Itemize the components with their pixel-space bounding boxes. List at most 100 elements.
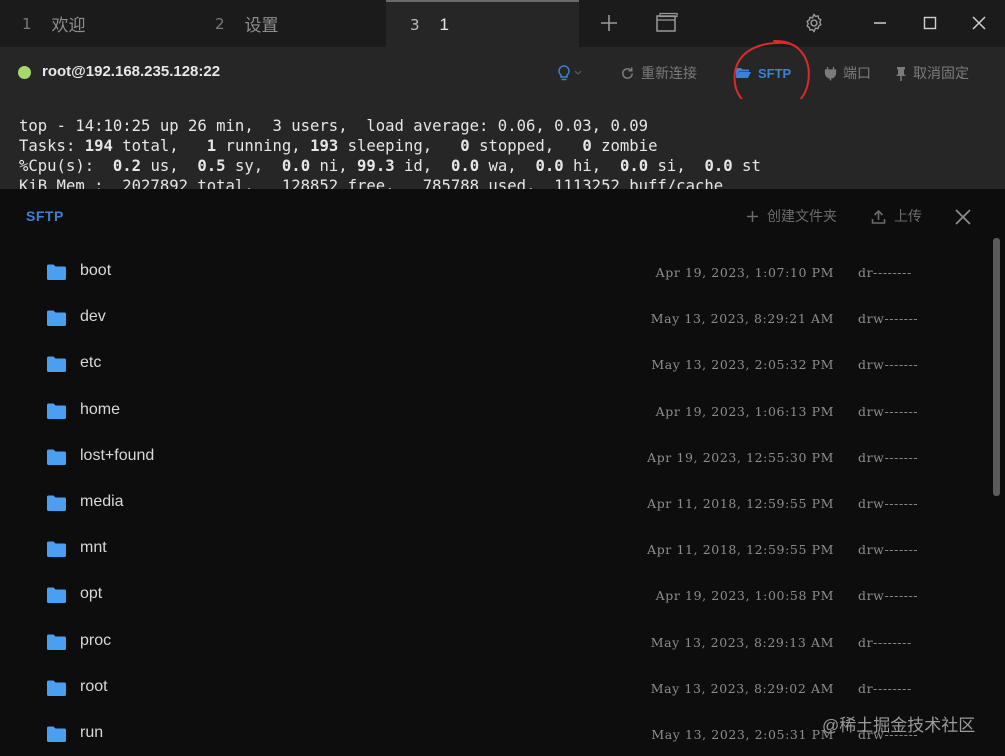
- tab-settings[interactable]: 2 设置: [193, 0, 386, 47]
- tab-number: 1: [22, 14, 32, 33]
- terminal-line: top - 14:10:25 up 26 min, 3 users, load …: [19, 117, 649, 135]
- file-permissions: drw-------: [858, 449, 919, 465]
- file-list: boot Apr 19, 2023, 1:07:10 PM dr-------- de…: [0, 249, 990, 756]
- sftp-button[interactable]: SFTP: [735, 62, 791, 84]
- tab-session-1[interactable]: 3 1: [386, 0, 579, 47]
- create-folder-label: 创建文件夹: [767, 208, 837, 224]
- file-row[interactable]: etc May 13, 2023, 2:05:32 PM drw-------: [0, 341, 990, 387]
- folder-icon: [47, 541, 66, 558]
- file-permissions: drw-------: [858, 495, 919, 511]
- connection-bar: root@192.168.235.128:22 重新连接 SFTP 端口 取消固…: [0, 47, 1005, 99]
- gear-icon[interactable]: [799, 8, 829, 38]
- connection-status-dot: [18, 66, 31, 79]
- port-label: 端口: [843, 65, 871, 81]
- watermark: @稀土掘金技术社区: [822, 716, 976, 735]
- folder-icon: [47, 634, 66, 650]
- sftp-panel: SFTP 创建文件夹 上传 boot Apr 19, 2023, 1:07:10 …: [0, 189, 1005, 756]
- file-row[interactable]: lost+found Apr 19, 2023, 12:55:30 PM drw--…: [0, 434, 990, 480]
- file-name: etc: [80, 354, 102, 372]
- folder-icon: [47, 310, 66, 327]
- sftp-panel-title: SFTP: [26, 208, 64, 224]
- terminal-line: KiB Mem : 2027892 total, 128852 free, 78…: [19, 177, 724, 189]
- tab-number: 3: [410, 15, 420, 34]
- terminal-output[interactable]: top - 14:10:25 up 26 min, 3 users, load …: [0, 99, 1005, 189]
- upload-button[interactable]: 上传: [871, 205, 922, 227]
- file-modified-date: May 13, 2023, 2:05:32 PM: [651, 357, 834, 373]
- folder-icon: [47, 495, 66, 511]
- plus-icon: [747, 210, 758, 222]
- file-modified-date: Apr 11, 2018, 12:59:55 PM: [647, 495, 834, 511]
- folder-icon: [47, 587, 66, 604]
- sftp-label: SFTP: [758, 65, 792, 81]
- folder-icon: [47, 726, 66, 742]
- file-modified-date: May 13, 2023, 8:29:21 AM: [650, 311, 834, 327]
- port-button[interactable]: 端口: [824, 62, 871, 84]
- file-row[interactable]: home Apr 19, 2023, 1:06:13 PM drw-------: [0, 388, 990, 434]
- file-permissions: dr--------: [858, 634, 912, 650]
- close-icon[interactable]: [964, 8, 994, 38]
- file-permissions: drw-------: [858, 588, 919, 604]
- unpin-button[interactable]: 取消固定: [895, 62, 969, 84]
- window-icon[interactable]: [652, 8, 682, 38]
- file-permissions: dr--------: [858, 680, 912, 696]
- file-row[interactable]: opt Apr 19, 2023, 1:00:58 PM drw-------: [0, 572, 990, 618]
- pin-icon: [896, 66, 906, 81]
- plus-icon[interactable]: [594, 8, 624, 38]
- tips-dropdown[interactable]: [556, 62, 588, 84]
- unpin-label: 取消固定: [913, 65, 969, 81]
- maximize-icon[interactable]: [915, 8, 945, 38]
- folder-icon: [47, 264, 66, 280]
- tab-label: 欢迎: [51, 16, 86, 35]
- host-label: root@192.168.235.128:22: [42, 63, 221, 80]
- file-modified-date: May 13, 2023, 8:29:13 AM: [650, 634, 834, 650]
- file-name: dev: [80, 308, 106, 326]
- tab-bar: 1 欢迎 2 设置 3 1: [0, 0, 1005, 47]
- file-modified-date: Apr 19, 2023, 1:00:58 PM: [655, 588, 834, 604]
- folder-icon: [47, 356, 66, 373]
- file-modified-date: Apr 11, 2018, 12:59:55 PM: [647, 542, 834, 558]
- terminal-line: %Cpu(s): 0.2 us, 0.5 sy, 0.0 ni, 99.3 id…: [19, 157, 761, 175]
- file-row[interactable]: mnt Apr 11, 2018, 12:59:55 PM drw-------: [0, 526, 990, 572]
- file-name: mnt: [80, 539, 107, 557]
- upload-label: 上传: [894, 208, 922, 224]
- file-name: media: [80, 492, 124, 510]
- file-modified-date: May 13, 2023, 2:05:31 PM: [651, 726, 834, 742]
- folder-icon: [47, 449, 66, 465]
- folder-icon: [47, 403, 66, 419]
- file-row[interactable]: media Apr 11, 2018, 12:59:55 PM drw-------: [0, 480, 990, 526]
- file-name: boot: [80, 262, 112, 279]
- tab-welcome[interactable]: 1 欢迎: [0, 0, 193, 47]
- file-permissions: dr--------: [858, 265, 912, 280]
- folder-open-icon: [736, 68, 751, 78]
- scrollbar-thumb[interactable]: [993, 238, 1000, 496]
- file-permissions: drw-------: [858, 542, 919, 558]
- file-modified-date: Apr 19, 2023, 12:55:30 PM: [647, 449, 834, 465]
- file-row[interactable]: boot Apr 19, 2023, 1:07:10 PM dr--------: [0, 249, 990, 295]
- file-permissions: drw-------: [858, 357, 919, 373]
- file-row[interactable]: proc May 13, 2023, 8:29:13 AM dr--------: [0, 619, 990, 665]
- file-row[interactable]: dev May 13, 2023, 8:29:21 AM drw-------: [0, 295, 990, 341]
- lightbulb-icon: [558, 65, 582, 81]
- upload-icon: [871, 209, 886, 224]
- tab-number: 2: [215, 14, 225, 33]
- file-name: home: [80, 400, 121, 418]
- terminal-line: Tasks: 194 total, 1 running, 193 sleepin…: [19, 137, 658, 155]
- reconnect-label: 重新连接: [641, 65, 697, 81]
- file-modified-date: Apr 19, 2023, 1:07:10 PM: [655, 265, 834, 280]
- file-name: lost+found: [80, 446, 155, 464]
- file-modified-date: Apr 19, 2023, 1:06:13 PM: [655, 403, 834, 419]
- file-name: opt: [80, 585, 103, 603]
- file-name: root: [80, 677, 108, 695]
- file-permissions: drw-------: [858, 403, 919, 419]
- minimize-icon[interactable]: [865, 8, 895, 38]
- refresh-icon: [622, 66, 633, 79]
- close-panel-icon[interactable]: [953, 207, 973, 227]
- reconnect-button[interactable]: 重新连接: [620, 62, 697, 84]
- folder-icon: [47, 680, 66, 696]
- tab-label: 设置: [244, 16, 279, 35]
- tab-label: 1: [439, 14, 450, 34]
- create-folder-button[interactable]: 创建文件夹: [746, 205, 837, 227]
- file-modified-date: May 13, 2023, 8:29:02 AM: [650, 680, 834, 696]
- file-row[interactable]: root May 13, 2023, 8:29:02 AM dr--------: [0, 665, 990, 711]
- file-name: proc: [80, 631, 112, 649]
